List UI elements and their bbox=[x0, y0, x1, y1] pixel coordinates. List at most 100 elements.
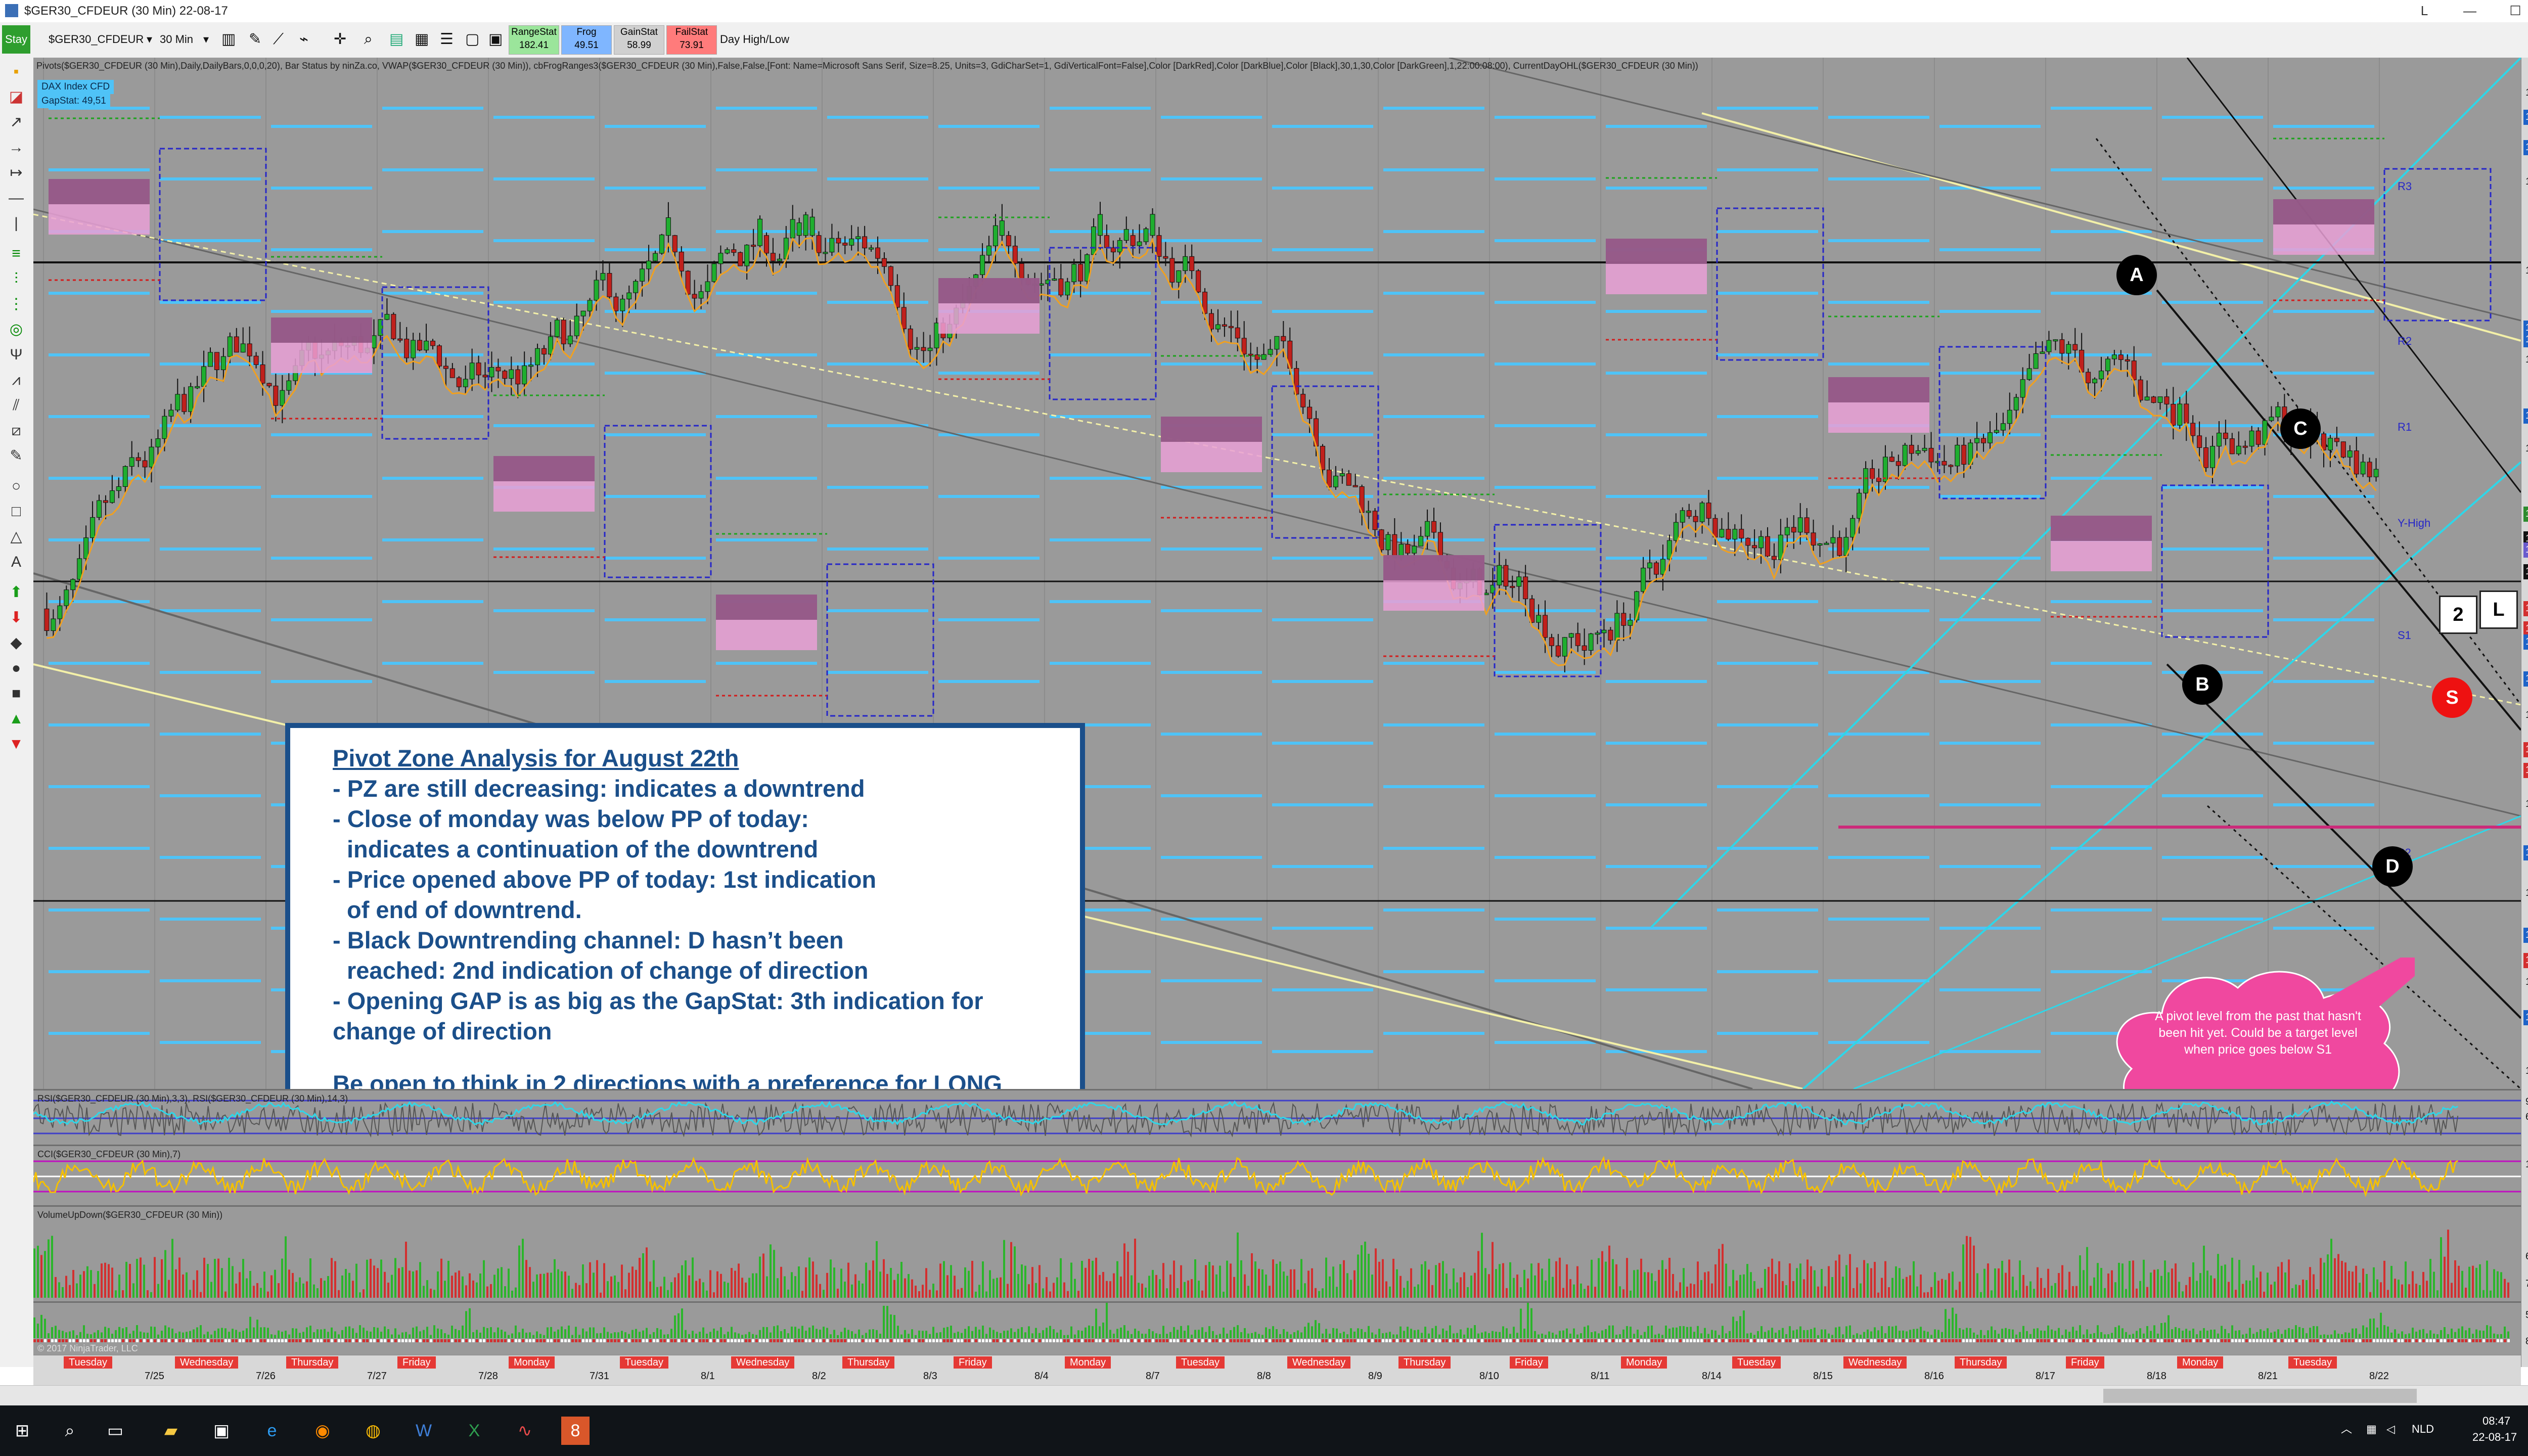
instrument-selector[interactable]: $GER30_CFDEUR bbox=[49, 25, 144, 54]
excel-icon[interactable]: X bbox=[460, 1417, 488, 1445]
bar-status-pane[interactable]: © 2017 NinjaTrader, LLC bbox=[33, 1301, 2521, 1358]
horizontal-line-icon[interactable]: — bbox=[7, 189, 25, 207]
zoom-icon[interactable]: ⌕ bbox=[364, 25, 373, 54]
square-icon[interactable]: ■ bbox=[7, 685, 25, 703]
bar-status-dot bbox=[578, 1339, 581, 1342]
diamond-icon[interactable]: ◆ bbox=[7, 634, 25, 652]
scrollbar-thumb[interactable] bbox=[2103, 1389, 2417, 1403]
bar-status-dot bbox=[299, 1339, 301, 1342]
triangle-down-icon[interactable]: ▼ bbox=[7, 735, 25, 753]
chrome-icon[interactable]: ◍ bbox=[359, 1417, 387, 1445]
ruler-icon[interactable]: ◪ bbox=[7, 88, 25, 106]
firefox-icon[interactable]: ◉ bbox=[308, 1417, 337, 1445]
volume-bar bbox=[932, 1284, 934, 1298]
bar-status-dot bbox=[1637, 1339, 1639, 1342]
bar-status-dot bbox=[1973, 1339, 1975, 1342]
arrow-up-icon[interactable]: ⬆ bbox=[7, 583, 25, 602]
volume-bar bbox=[1307, 1270, 1310, 1298]
fib-time-icon[interactable]: ⋮ bbox=[7, 295, 25, 313]
time-axis[interactable]: Tuesday Wednesday Thursday Friday Monday Tues… bbox=[33, 1355, 2521, 1386]
chart-scrollbar[interactable] bbox=[0, 1385, 2528, 1406]
bar-status-bar bbox=[1867, 1329, 1869, 1338]
volume-bar bbox=[1895, 1266, 1897, 1298]
volume-bar bbox=[324, 1281, 326, 1298]
brush-icon[interactable]: ⟋ bbox=[273, 25, 284, 54]
bar-status-dot bbox=[1725, 1339, 1728, 1342]
volume-pane[interactable]: VolumeUpDown($GER30_CFDEUR (30 Min)) bbox=[33, 1205, 2521, 1303]
file-explorer-icon[interactable]: ▰ bbox=[157, 1417, 185, 1445]
volume-bar bbox=[1520, 1287, 1522, 1298]
bar-status-dot bbox=[752, 1339, 754, 1342]
bar-status-bar bbox=[1049, 1326, 1051, 1338]
task-view-icon[interactable]: ▭ bbox=[101, 1417, 129, 1445]
fib-extension-icon[interactable]: ⫶ bbox=[7, 270, 25, 288]
template-icon[interactable]: ▢ bbox=[465, 25, 479, 54]
date-label: 8/10 bbox=[1479, 1371, 1499, 1382]
ninjatrader-windows-icon[interactable]: 8 bbox=[561, 1417, 590, 1445]
interval-selector[interactable]: 30 Min bbox=[160, 25, 193, 54]
chevron-down-icon[interactable]: ▾ bbox=[147, 25, 152, 54]
search-icon[interactable]: ⌕ bbox=[56, 1417, 84, 1445]
magnet-icon[interactable]: ⌁ bbox=[299, 25, 308, 54]
cci-pane[interactable]: CCI($GER30_CFDEUR (30 Min),7) bbox=[33, 1145, 2521, 1207]
strategy-icon[interactable]: ▦ bbox=[415, 25, 429, 54]
arrow-line-icon[interactable]: ↗ bbox=[7, 113, 25, 131]
ray-icon[interactable]: ↦ bbox=[7, 164, 25, 182]
language-indicator[interactable]: NLD bbox=[2412, 1421, 2434, 1438]
ninjatrader-icon[interactable]: ∿ bbox=[511, 1417, 539, 1445]
arrow-down-icon[interactable]: ⬇ bbox=[7, 609, 25, 627]
store-icon[interactable]: ▣ bbox=[207, 1417, 236, 1445]
bar-status-dot bbox=[1594, 1339, 1597, 1342]
ellipse-icon[interactable]: ○ bbox=[7, 477, 25, 495]
volume-icon[interactable]: ◁ bbox=[2386, 1421, 2395, 1438]
gann-fan-icon[interactable]: ⩘ bbox=[7, 371, 25, 389]
word-icon[interactable]: W bbox=[410, 1417, 438, 1445]
chevron-down-icon[interactable]: ▾ bbox=[203, 25, 209, 54]
volume-bar bbox=[1159, 1279, 1161, 1298]
bar-status-dot bbox=[2104, 1339, 2106, 1342]
windows-start-icon[interactable]: ⊞ bbox=[8, 1417, 36, 1445]
volume-bar bbox=[295, 1282, 297, 1298]
volume-bar bbox=[391, 1275, 393, 1298]
andrews-pitchfork-icon[interactable]: Ψ bbox=[7, 346, 25, 364]
bar-status-dot bbox=[2415, 1339, 2418, 1342]
bar-status-dot bbox=[2373, 1339, 2375, 1342]
properties-icon[interactable]: ☰ bbox=[440, 25, 454, 54]
text-icon[interactable]: A bbox=[7, 553, 25, 571]
vertical-line-icon[interactable]: | bbox=[7, 214, 25, 233]
volume-bar bbox=[603, 1263, 605, 1298]
bar-type-icon[interactable]: ▥ bbox=[221, 25, 236, 54]
rectangle-icon[interactable]: □ bbox=[7, 503, 25, 521]
regression-channel-icon[interactable]: ⫽ bbox=[7, 396, 25, 415]
pencil-icon[interactable]: ✎ bbox=[7, 447, 25, 465]
triangle-up-icon[interactable]: ▲ bbox=[7, 710, 25, 728]
indicator-icon[interactable]: ▤ bbox=[389, 25, 403, 54]
fibonacci-icon[interactable]: ≡ bbox=[7, 245, 25, 263]
price-axis[interactable]: 12400.0012350.0012300.0012250.0012200.00… bbox=[2521, 58, 2528, 1367]
candle-body bbox=[1097, 214, 1103, 236]
tray-chevron-icon[interactable]: ︿ bbox=[2341, 1421, 2352, 1438]
price-tag: 11926.38 bbox=[2523, 928, 2528, 943]
data-box-icon[interactable]: ▣ bbox=[488, 25, 503, 54]
dot-icon[interactable]: ● bbox=[7, 659, 25, 677]
clock-time[interactable]: 08:47 bbox=[2482, 1413, 2510, 1430]
draw-tool-icon[interactable]: ✎ bbox=[249, 25, 261, 54]
bar-status-bar bbox=[437, 1328, 439, 1338]
network-icon[interactable]: ▦ bbox=[2366, 1421, 2377, 1438]
maximize-button[interactable]: ☐ bbox=[2488, 0, 2528, 22]
extended-line-icon[interactable]: → bbox=[7, 139, 25, 157]
triangle-icon[interactable]: △ bbox=[7, 528, 25, 546]
rsi-pane[interactable]: RSI($GER30_CFDEUR (30 Min),3,3), RSI($GE… bbox=[33, 1089, 2521, 1146]
stay-button[interactable]: Stay bbox=[2, 25, 30, 54]
price-tag: 11972.72 bbox=[2523, 845, 2528, 861]
price-chart[interactable]: R3R2R1Y-HighS1S2S3 Pivots($GER30_CFDEUR … bbox=[33, 58, 2521, 1089]
volume-bar bbox=[2468, 1266, 2470, 1298]
edge-icon[interactable]: e bbox=[258, 1417, 286, 1445]
volume-bar bbox=[1456, 1282, 1458, 1298]
crosshair-icon[interactable]: ✛ bbox=[334, 25, 346, 54]
fib-circle-icon[interactable]: ◎ bbox=[7, 321, 25, 339]
pointer-icon[interactable]: ▪ bbox=[7, 63, 25, 81]
trend-channel-icon[interactable]: ⧄ bbox=[7, 422, 25, 440]
clock-date[interactable]: 22-08-17 bbox=[2472, 1429, 2517, 1446]
volume-bar bbox=[239, 1272, 241, 1298]
